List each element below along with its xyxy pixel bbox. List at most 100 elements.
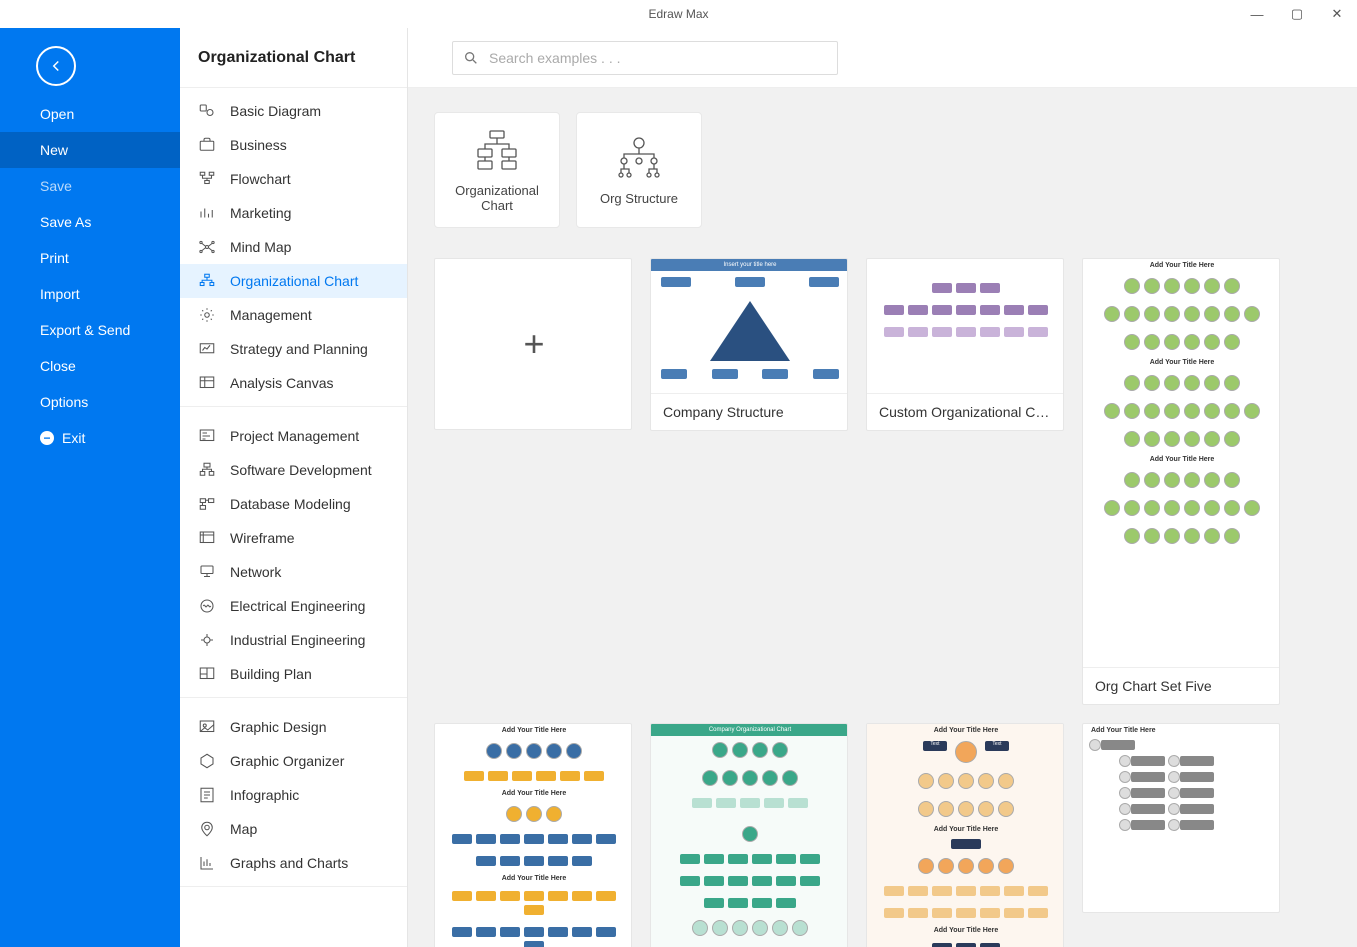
category-item-management[interactable]: Management <box>180 298 407 332</box>
org-icon <box>198 272 216 290</box>
file-menu-label: Export & Send <box>40 322 130 338</box>
template-tealorg[interactable]: Company Organizational Chart <box>650 723 848 947</box>
file-menu-close[interactable]: Close <box>0 348 180 384</box>
category-item-label: Software Development <box>230 462 372 478</box>
template-org-chart-set-five[interactable]: Add Your Title HereAdd Your Title HereAd… <box>1082 258 1280 705</box>
category-item-label: Business <box>230 137 287 153</box>
category-item-business[interactable]: Business <box>180 128 407 162</box>
gd-icon <box>198 718 216 736</box>
file-menu-label: Close <box>40 358 76 374</box>
ee-icon <box>198 597 216 615</box>
category-item-map[interactable]: Map <box>180 812 407 846</box>
network-icon <box>198 563 216 581</box>
file-menu-export-send[interactable]: Export & Send <box>0 312 180 348</box>
category-item-industrial-engineering[interactable]: Industrial Engineering <box>180 623 407 657</box>
info-icon <box>198 786 216 804</box>
file-menu-save[interactable]: Save <box>0 168 180 204</box>
category-item-organizational-chart[interactable]: Organizational Chart <box>180 264 407 298</box>
category-item-basic-diagram[interactable]: Basic Diagram <box>180 94 407 128</box>
search-box[interactable] <box>452 41 838 75</box>
category-item-label: Wireframe <box>230 530 295 546</box>
category-item-mind-map[interactable]: Mind Map <box>180 230 407 264</box>
category-item-electrical-engineering[interactable]: Electrical Engineering <box>180 589 407 623</box>
go-icon <box>198 752 216 770</box>
category-item-label: Strategy and Planning <box>230 341 368 357</box>
ie-icon <box>198 631 216 649</box>
file-sidebar: Open NewSave Save As Print Import Export & Se… <box>0 28 180 947</box>
category-item-graphs-and-charts[interactable]: Graphs and Charts <box>180 846 407 880</box>
template-greyboxes[interactable]: Add Your Title Here <box>1082 723 1280 913</box>
maximize-button[interactable]: ▢ <box>1277 0 1317 28</box>
briefcase-icon <box>198 136 216 154</box>
category-item-label: Basic Diagram <box>230 103 321 119</box>
file-menu-new[interactable]: New <box>0 132 180 168</box>
category-item-strategy-and-planning[interactable]: Strategy and Planning <box>180 332 407 366</box>
back-button[interactable] <box>36 46 76 86</box>
gear-icon <box>198 306 216 324</box>
file-menu-open[interactable]: Open <box>0 96 180 132</box>
strategy-icon <box>198 340 216 358</box>
category-item-label: Flowchart <box>230 171 291 187</box>
search-input[interactable] <box>489 50 827 66</box>
category-item-label: Graphic Design <box>230 719 327 735</box>
category-item-marketing[interactable]: Marketing <box>180 196 407 230</box>
category-item-label: Project Management <box>230 428 359 444</box>
category-item-network[interactable]: Network <box>180 555 407 589</box>
category-item-graphic-organizer[interactable]: Graphic Organizer <box>180 744 407 778</box>
category-item-label: Building Plan <box>230 666 312 682</box>
template-custom-organizational-chart[interactable]: Custom Organizational Chart... <box>866 258 1064 431</box>
file-menu-exit[interactable]: −Exit <box>0 420 180 456</box>
category-item-project-management[interactable]: Project Management <box>180 419 407 453</box>
template-caption: Company Structure <box>651 393 847 430</box>
category-panel: Organizational Chart Basic Diagram Busine… <box>180 28 408 947</box>
file-menu-print[interactable]: Print <box>0 240 180 276</box>
category-item-flowchart[interactable]: Flowchart <box>180 162 407 196</box>
category-item-label: Marketing <box>230 205 291 221</box>
category-item-wireframe[interactable]: Wireframe <box>180 521 407 555</box>
file-menu-save-as[interactable]: Save As <box>0 204 180 240</box>
category-item-analysis-canvas[interactable]: Analysis Canvas <box>180 366 407 400</box>
file-menu-label: Open <box>40 106 74 122</box>
category-item-building-plan[interactable]: Building Plan <box>180 657 407 691</box>
category-item-label: Mind Map <box>230 239 291 255</box>
plan-icon <box>198 665 216 683</box>
diagram-type-label: Organizational Chart <box>443 183 551 213</box>
template-caption: Custom Organizational Chart... <box>867 393 1063 430</box>
category-title: Organizational Chart <box>180 28 407 88</box>
diagram-type-organizational-chart[interactable]: Organizational Chart <box>434 112 560 228</box>
template-bluegold[interactable]: Add Your Title HereAdd Your Title HereAd… <box>434 723 632 947</box>
category-item-label: Organizational Chart <box>230 273 358 289</box>
category-item-infographic[interactable]: Infographic <box>180 778 407 812</box>
software-icon <box>198 461 216 479</box>
template-org-chart-set-two[interactable]: Add Your Title HereTextTextAdd Your Titl… <box>866 723 1064 947</box>
category-item-label: Database Modeling <box>230 496 351 512</box>
canvas-icon <box>198 374 216 392</box>
category-item-database-modeling[interactable]: Database Modeling <box>180 487 407 521</box>
diagram-type-label: Org Structure <box>600 191 678 206</box>
file-menu-label: Options <box>40 394 88 410</box>
diagram-type-org-structure[interactable]: Org Structure <box>576 112 702 228</box>
db-icon <box>198 495 216 513</box>
category-item-software-development[interactable]: Software Development <box>180 453 407 487</box>
minimize-button[interactable]: — <box>1237 0 1277 28</box>
category-item-graphic-design[interactable]: Graphic Design <box>180 710 407 744</box>
bars-icon <box>198 204 216 222</box>
category-item-label: Network <box>230 564 281 580</box>
close-button[interactable]: ✕ <box>1317 0 1357 28</box>
main-panel: Organizational Chart Org Structure +Inser… <box>408 28 1357 947</box>
file-menu-label: Save As <box>40 214 91 230</box>
category-item-label: Electrical Engineering <box>230 598 365 614</box>
file-menu-label: Print <box>40 250 69 266</box>
wire-icon <box>198 529 216 547</box>
exit-icon: − <box>40 431 54 445</box>
window-title: Edraw Max <box>648 7 708 21</box>
gantt-icon <box>198 427 216 445</box>
category-item-label: Industrial Engineering <box>230 632 365 648</box>
file-menu-import[interactable]: Import <box>0 276 180 312</box>
category-item-label: Graphs and Charts <box>230 855 348 871</box>
file-menu-options[interactable]: Options <box>0 384 180 420</box>
template-blank[interactable]: + <box>434 258 632 430</box>
category-item-label: Infographic <box>230 787 299 803</box>
template-company-structure[interactable]: Insert your title hereCompany Structure <box>650 258 848 431</box>
file-menu-label: Import <box>40 286 80 302</box>
